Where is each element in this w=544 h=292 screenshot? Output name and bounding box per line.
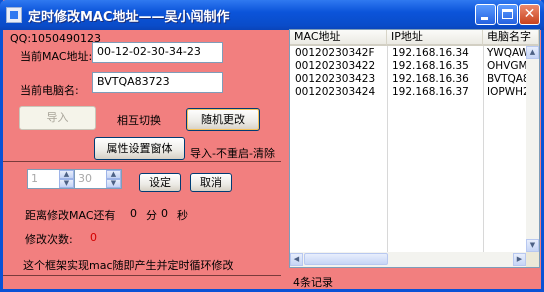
maximize-icon	[502, 9, 513, 19]
import-button[interactable]: 导入	[19, 106, 96, 130]
change-count-value: 0	[90, 231, 97, 244]
countdown-minutes: 0	[130, 207, 137, 220]
spin-up-icon[interactable]: ▲	[59, 170, 74, 179]
table-cell[interactable]: 192.168.16.34	[392, 47, 482, 60]
close-button[interactable]: ✕	[519, 4, 540, 25]
table-cell[interactable]: 001202303423	[295, 73, 385, 86]
mac-label: 当前MAC地址:	[20, 50, 93, 63]
seconds-unit: 秒	[177, 209, 188, 222]
scrollbar-corner	[526, 252, 539, 267]
scroll-right-icon[interactable]: ▶	[513, 253, 526, 266]
footer-note: 这个框架实现mac随即产生并定时循环修改	[23, 259, 234, 272]
column-divider	[387, 46, 388, 252]
table-cell[interactable]: 001202303424	[295, 86, 385, 99]
random-change-button[interactable]: 随机更改	[186, 108, 260, 131]
spin-down-icon[interactable]: ▼	[106, 179, 121, 188]
table-cell[interactable]: 192.168.16.36	[392, 73, 482, 86]
column-header-name[interactable]: 电脑名字	[483, 30, 539, 46]
countdown-seconds: 0	[161, 207, 168, 220]
pcname-input[interactable]: BVTQA83723	[92, 72, 223, 93]
import-note: 导入-不重启-清除	[190, 147, 275, 160]
mac-input[interactable]: 00-12-02-30-34-23	[92, 42, 223, 63]
app-icon	[6, 7, 22, 23]
column-header-mac[interactable]: MAC地址	[290, 30, 387, 46]
vertical-scrollbar[interactable]: ▲ ▼	[526, 46, 539, 252]
spin-down-icon[interactable]: ▼	[59, 179, 74, 188]
table-cell[interactable]: 192.168.16.35	[392, 60, 482, 73]
divider-top	[3, 161, 281, 162]
record-count: 4条记录	[293, 276, 333, 289]
column-divider	[483, 46, 484, 252]
records-list[interactable]: MAC地址 IP地址 电脑名字 00120230342F 192.168.16.…	[289, 29, 540, 268]
divider-bottom	[3, 275, 281, 276]
main-window: 定时修改MAC地址——吴小闯制作 ✕ QQ:1050490123 当前MAC地址…	[0, 0, 544, 292]
scroll-down-icon[interactable]: ▼	[526, 239, 539, 252]
scroll-up-icon[interactable]: ▲	[526, 46, 539, 59]
table-cell[interactable]: YWQAW6	[487, 47, 526, 60]
scroll-left-icon[interactable]: ◀	[290, 253, 303, 266]
minimize-icon	[481, 17, 488, 20]
switch-label: 相互切换	[117, 114, 161, 127]
column-header-ip[interactable]: IP地址	[387, 30, 483, 46]
table-cell[interactable]: 00120230342F	[295, 47, 385, 60]
interval-spin-1[interactable]: 1 ▲ ▼	[27, 169, 75, 189]
table-cell[interactable]: 001202303422	[295, 60, 385, 73]
table-cell[interactable]: 192.168.16.37	[392, 86, 482, 99]
spin1-value: 1	[31, 172, 38, 185]
spin2-value: 30	[78, 172, 92, 185]
maximize-button[interactable]	[497, 4, 518, 25]
horizontal-scrollbar[interactable]: ◀ ▶	[290, 252, 526, 267]
countdown-prefix: 距离修改MAC还有	[25, 209, 116, 222]
table-cell[interactable]: BVTQA837	[487, 73, 526, 86]
spin-up-icon[interactable]: ▲	[106, 170, 121, 179]
qq-label: QQ:1050490123	[10, 32, 102, 45]
table-cell[interactable]: IOPWH246	[487, 86, 526, 99]
window-title: 定时修改MAC地址——吴小闯制作	[28, 10, 230, 25]
minimize-button[interactable]	[475, 4, 496, 25]
set-button[interactable]: 设定	[139, 173, 181, 192]
cancel-button[interactable]: 取消	[190, 173, 232, 192]
table-cell[interactable]: OHVGM63	[487, 60, 526, 73]
change-count-label: 修改次数:	[25, 233, 73, 246]
close-icon: ✕	[523, 6, 536, 22]
pcname-label: 当前电脑名:	[20, 84, 79, 97]
minutes-unit: 分	[146, 209, 157, 222]
title-bar[interactable]: 定时修改MAC地址——吴小闯制作 ✕	[0, 0, 544, 30]
properties-window-button[interactable]: 属性设置窗体	[94, 137, 185, 160]
horizontal-scroll-thumb[interactable]	[304, 253, 388, 265]
interval-spin-2[interactable]: 30 ▲ ▼	[74, 169, 122, 189]
